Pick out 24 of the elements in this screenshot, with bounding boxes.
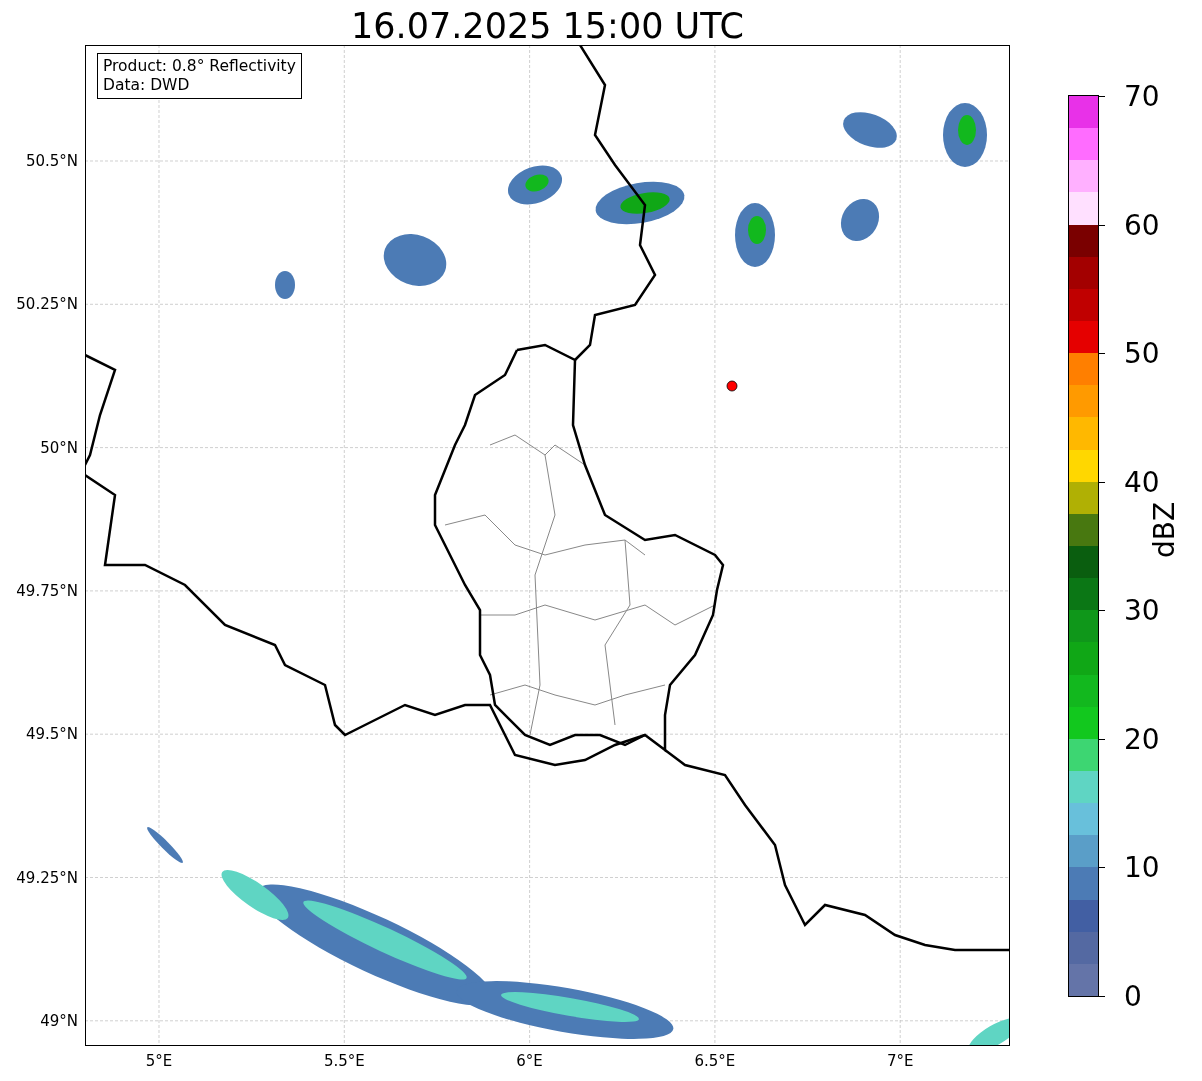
colorbar-tick-label: 50 xyxy=(1124,336,1160,370)
colorbar-tick-label: 30 xyxy=(1124,593,1160,627)
colorbar-tick-label: 20 xyxy=(1124,722,1160,756)
info-text: Product: 0.8° Reflectivity xyxy=(103,57,296,76)
colorbar-tick-label: 0 xyxy=(1124,979,1142,1013)
colorbar-tick-label: 60 xyxy=(1124,208,1160,242)
latitude-label: 50.25°N xyxy=(16,295,78,314)
longitude-label: 7°E xyxy=(886,1052,914,1070)
colorbar-tick-label: 70 xyxy=(1124,79,1160,113)
colorbar-label: dBZ xyxy=(1147,501,1181,559)
latitude-label: 49°N xyxy=(40,1011,78,1030)
info-text: Data: DWD xyxy=(103,76,191,95)
latitude-label: 49.5°N xyxy=(25,725,78,744)
longitude-label: 6°E xyxy=(516,1052,543,1070)
longitude-label: 5°E xyxy=(145,1052,173,1070)
colorbar-tick-label: 10 xyxy=(1124,850,1160,884)
latitude-label: 50°N xyxy=(40,438,78,457)
chart-title: 16.07.2025 15:00 UTC xyxy=(351,5,744,48)
longitude-label: 6.5°E xyxy=(694,1052,736,1070)
longitude-label: 5.5°E xyxy=(323,1052,365,1070)
latitude-label: 49.75°N xyxy=(16,581,78,600)
latitude-label: 49.25°N xyxy=(16,868,78,887)
colorbar-tick-label: 40 xyxy=(1124,465,1160,499)
latitude-label: 50.5°N xyxy=(25,152,78,170)
